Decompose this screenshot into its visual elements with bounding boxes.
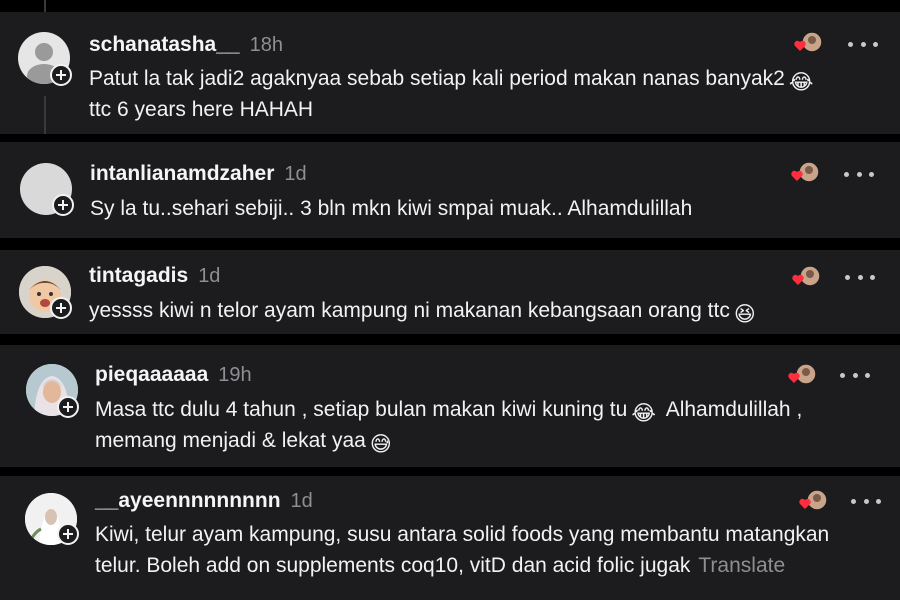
comment-text: Masa ttc dulu 4 tahun , setiap bulan mak…: [95, 394, 802, 429]
follow-button[interactable]: [50, 297, 72, 319]
username[interactable]: pieqaaaaaa: [95, 363, 208, 386]
comment-text: Patut la tak jadi2 agaknyaa sebab setiap…: [89, 63, 813, 98]
creator-liked-badge[interactable]: [793, 30, 823, 56]
username-row: tintagadis 1d: [89, 264, 220, 288]
liked-by-creator-icon: [792, 265, 821, 287]
comment-text: ttc 6 years here HAHAH: [89, 98, 314, 121]
comment-card: tintagadis 1d yessss kiwi n telor ayam ka…: [0, 250, 900, 334]
plus-icon: [63, 402, 73, 412]
timestamp: 1d: [198, 265, 221, 287]
username[interactable]: __ayeennnnnnnnn: [95, 489, 281, 512]
username-row: schanatasha__ 18h: [89, 33, 283, 57]
follow-button[interactable]: [57, 396, 79, 418]
comment-text: telur. Boleh add on supplements coq10, v…: [95, 554, 786, 577]
creator-liked-badge[interactable]: [790, 160, 820, 186]
follow-button[interactable]: [57, 523, 79, 545]
timestamp: 18h: [249, 34, 283, 56]
comment-card: schanatasha__ 18h Patut la tak jadi2 agak…: [0, 0, 900, 134]
thread-line: [44, 0, 46, 12]
plus-icon: [56, 70, 66, 80]
more-options-button[interactable]: [844, 169, 874, 179]
thread-line: [44, 96, 46, 134]
timestamp: 1d: [284, 163, 307, 185]
liked-by-creator-icon: [799, 489, 828, 511]
username-row: intanlianamdzaher 1d: [90, 162, 307, 186]
timestamp: 19h: [218, 364, 252, 386]
creator-liked-badge[interactable]: [791, 264, 821, 290]
emoji-icon: 😂: [788, 71, 814, 94]
username-row: pieqaaaaaa 19h: [95, 363, 252, 387]
timestamp: 1d: [290, 490, 313, 512]
creator-liked-badge[interactable]: [787, 362, 817, 388]
follow-button[interactable]: [52, 194, 74, 216]
more-options-button[interactable]: [845, 272, 875, 282]
plus-icon: [63, 529, 73, 539]
translate-link[interactable]: Translate: [698, 554, 785, 577]
plus-icon: [56, 303, 66, 313]
more-options-button[interactable]: [840, 370, 870, 380]
comment-text: Sy la tu..sehari sebiji.. 3 bln mkn kiwi…: [90, 197, 693, 220]
liked-by-creator-icon: [791, 161, 820, 183]
liked-by-creator-icon: [794, 31, 823, 53]
more-options-button[interactable]: [851, 496, 881, 506]
follow-button[interactable]: [50, 64, 72, 86]
emoji-icon: 😂: [631, 402, 656, 425]
comment-card: intanlianamdzaher 1d Sy la tu..sehari seb…: [0, 142, 900, 238]
comment-card: __ayeennnnnnnnn 1d Kiwi, telur ayam kampu…: [0, 476, 900, 600]
creator-liked-badge[interactable]: [798, 488, 828, 514]
username-row: __ayeennnnnnnnn 1d: [95, 489, 313, 513]
emoji-icon: 😅: [369, 433, 392, 456]
liked-by-creator-icon: [788, 363, 817, 385]
comment-text: Kiwi, telur ayam kampung, susu antara so…: [95, 523, 830, 546]
emoji-icon: 😆: [733, 303, 756, 326]
comment-text: memang menjadi & lekat yaa 😅: [95, 425, 392, 460]
comment-card: pieqaaaaaa 19h Masa ttc dulu 4 tahun , se…: [0, 345, 900, 467]
plus-icon: [58, 200, 68, 210]
username[interactable]: tintagadis: [89, 264, 188, 287]
username[interactable]: intanlianamdzaher: [90, 162, 274, 185]
more-options-button[interactable]: [848, 39, 878, 49]
username[interactable]: schanatasha__: [89, 33, 240, 56]
comment-text: yessss kiwi n telor ayam kampung ni maka…: [89, 295, 756, 330]
